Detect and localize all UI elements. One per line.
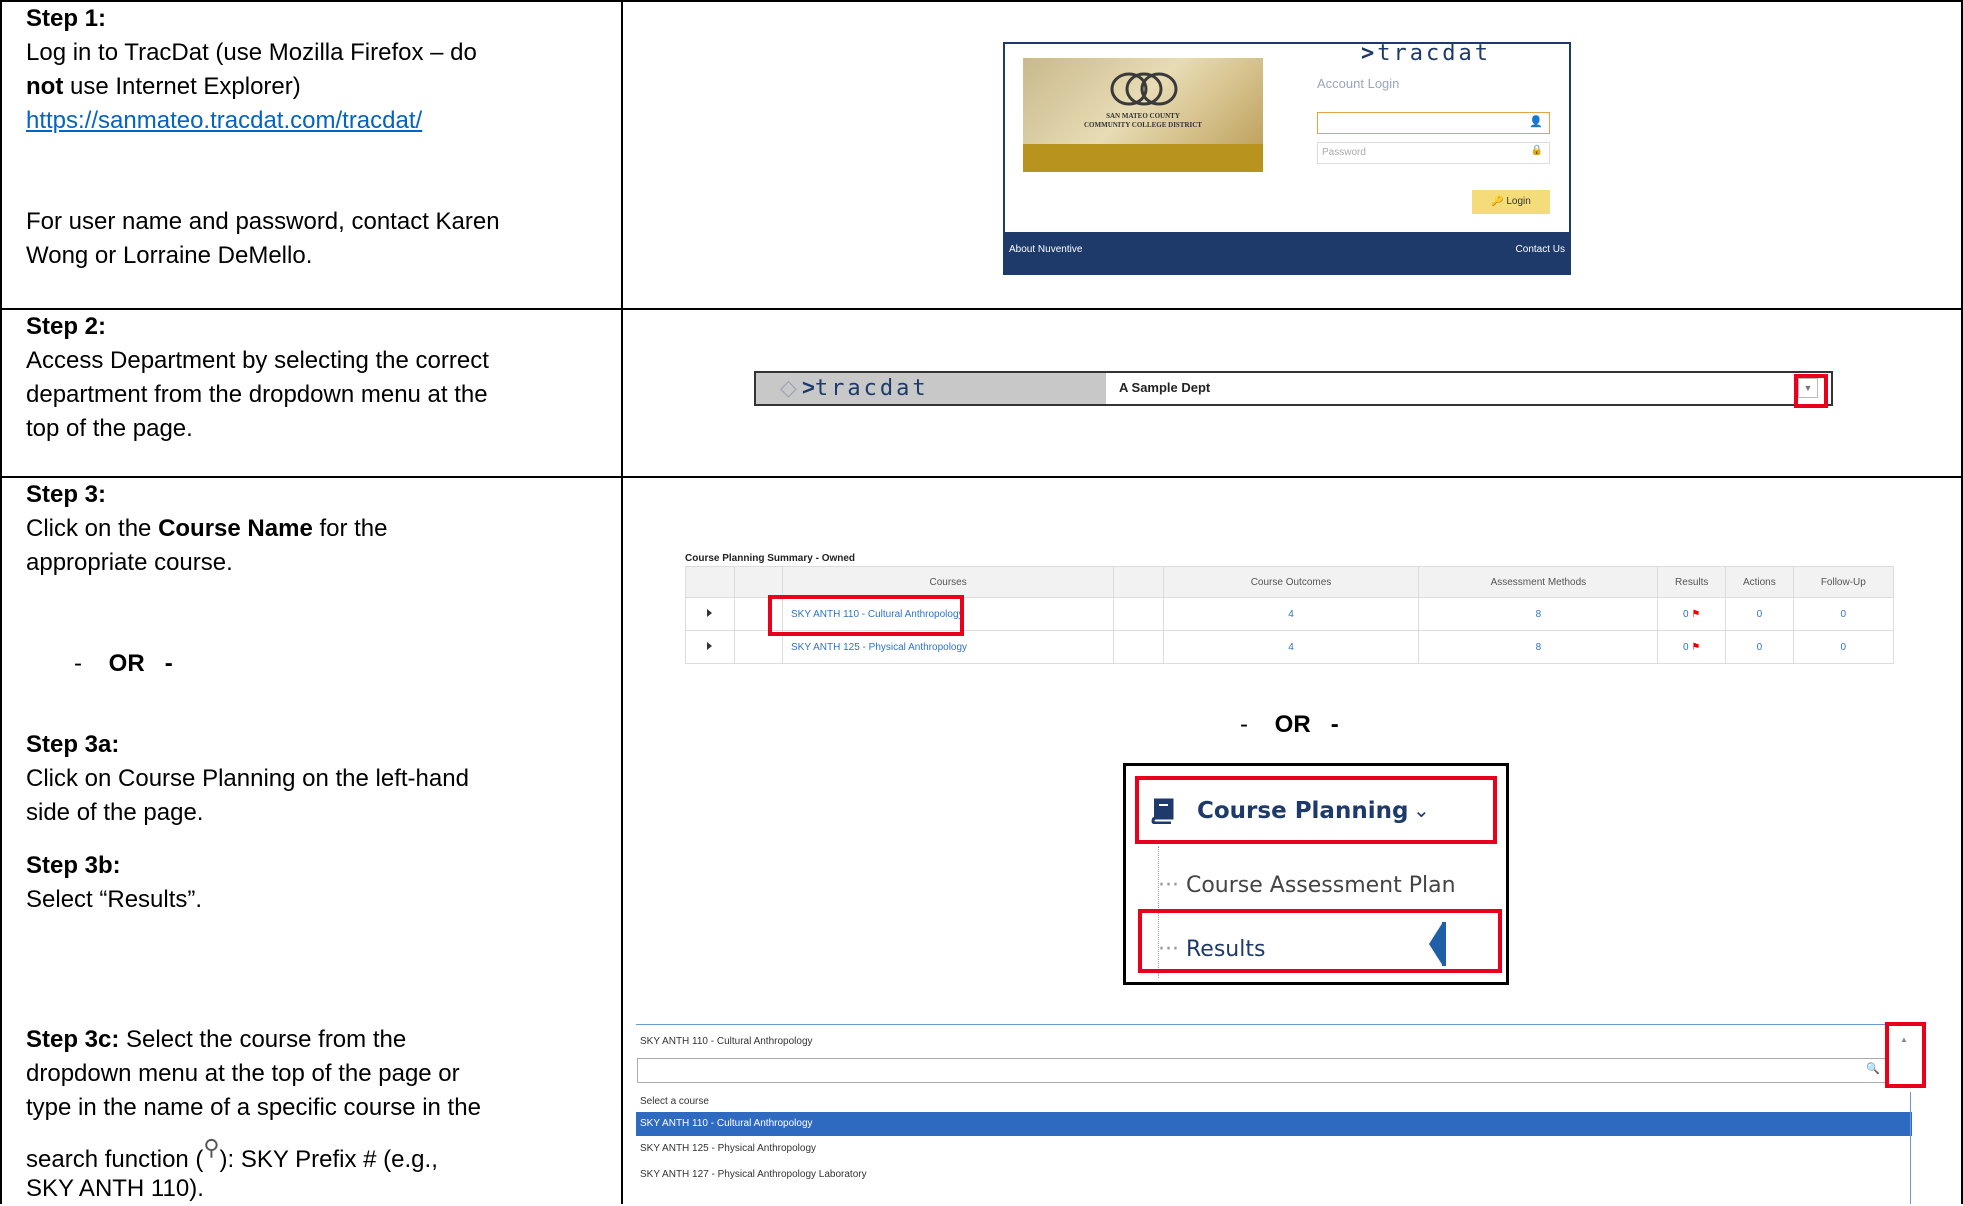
dept-dropdown-highlight — [1794, 374, 1828, 408]
username-field[interactable]: 👤 — [1317, 112, 1550, 134]
district-logo-icon — [1109, 72, 1179, 106]
list-item[interactable]: SKY ANTH 110 - Cultural Anthropology — [636, 1112, 1912, 1136]
step2-text: Step 2: Access Department by selecting t… — [26, 310, 616, 446]
step1-line2: not use Internet Explorer) — [26, 73, 301, 100]
step3a-text: Step 3a: Click on Course Planning on the… — [26, 728, 616, 830]
contact-us-link[interactable]: Contact Us — [1516, 244, 1565, 255]
list-item[interactable]: SKY ANTH 125 - Physical Anthropology — [636, 1136, 1912, 1162]
step3b-text: Step 3b: Select “Results”. — [26, 849, 616, 917]
user-icon: 👤 — [1529, 116, 1543, 128]
dept-select-value[interactable]: A Sample Dept — [1119, 380, 1210, 395]
key-icon: 🔑 — [1491, 196, 1504, 207]
dept-header-brand: ◇ >tracdat — [756, 373, 1106, 404]
methods-count[interactable]: 8 — [1418, 597, 1659, 631]
course-select[interactable]: SKY ANTH 110 - Cultural Anthropology ▲ — [636, 1024, 1908, 1059]
step3b-heading: Step 3b: — [26, 852, 121, 879]
course-planning-highlight — [1135, 776, 1497, 844]
col-methods: Assessment Methods — [1418, 566, 1659, 598]
methods-count[interactable]: 8 — [1418, 630, 1659, 664]
expand-row-button[interactable] — [685, 597, 735, 631]
step3c-text: Step 3c: Select the course from the drop… — [26, 1023, 616, 1125]
tracdat-logo-icon: ◇ — [780, 375, 797, 400]
password-placeholder: Password — [1322, 147, 1366, 158]
dropdown-controls-highlight — [1885, 1022, 1926, 1088]
step1-contact: For user name and password, contact Kare… — [26, 208, 500, 269]
step1-text: Step 1: Log in to TracDat (use Mozilla F… — [26, 2, 616, 138]
step3c-example: SKY ANTH 110). — [26, 1175, 204, 1202]
step3c-line1: Step 3c: Select the course from the — [26, 1026, 407, 1053]
login-footer: About Nuventive Contact Us — [1005, 232, 1569, 273]
col-actions: Actions — [1725, 566, 1794, 598]
results-cell[interactable]: 0 ⚑ — [1657, 597, 1727, 631]
table-column-divider — [621, 0, 623, 1204]
district-name: San Mateo County Community College Distr… — [1084, 112, 1202, 129]
login-screenshot: San Mateo County Community College Distr… — [1003, 41, 1571, 275]
col-outcomes: Course Outcomes — [1162, 566, 1420, 598]
col-courses: Courses — [782, 566, 1115, 598]
course-options-list: Select a course SKY ANTH 110 - Cultural … — [636, 1092, 1912, 1188]
login-button[interactable]: 🔑 Login — [1472, 190, 1550, 214]
about-nuventive-link[interactable]: About Nuventive — [1009, 244, 1082, 255]
lock-icon: 🔒 — [1530, 145, 1543, 156]
dropdown-scrollbar[interactable] — [1910, 1092, 1911, 1204]
step3-text: Step 3: Click on the Course Name for the… — [26, 478, 616, 580]
or-separator-right: - OR - — [1240, 711, 1339, 738]
step3-line1: Click on the Course Name for the — [26, 515, 388, 542]
course-summary-title: Course Planning Summary - Owned — [685, 553, 856, 564]
table-border-left — [0, 0, 2, 1204]
table-header-row: Courses Course Outcomes Assessment Metho… — [685, 566, 1895, 598]
followup-count[interactable]: 0 — [1792, 630, 1895, 664]
account-login-label: Account Login — [1317, 76, 1400, 91]
actions-count[interactable]: 0 — [1725, 597, 1794, 631]
list-item[interactable]: SKY ANTH 127 - Physical Anthropology Lab… — [636, 1162, 1912, 1188]
menu-item-assessment-plan[interactable]: ··· Course Assessment Plan — [1158, 873, 1456, 898]
flag-icon: ⚑ — [1691, 641, 1701, 653]
flag-icon: ⚑ — [1691, 608, 1701, 620]
results-cell[interactable]: 0 ⚑ — [1657, 630, 1727, 664]
search-icon: 🔍 — [1866, 1063, 1880, 1075]
expand-row-button[interactable] — [685, 630, 735, 664]
campus-photo: San Mateo County Community College Distr… — [1023, 58, 1263, 172]
course-select-value: SKY ANTH 110 - Cultural Anthropology — [640, 1036, 813, 1047]
step3-heading: Step 3: — [26, 481, 107, 508]
or-separator-left: - OR - — [74, 650, 173, 677]
photo-band — [1023, 144, 1263, 172]
outcomes-count[interactable]: 4 — [1162, 597, 1420, 631]
list-item[interactable]: Select a course — [636, 1092, 1912, 1112]
course-name-highlight — [768, 595, 964, 636]
step2-heading: Step 2: — [26, 313, 107, 340]
results-highlight — [1138, 909, 1502, 973]
actions-count[interactable]: 0 — [1725, 630, 1794, 664]
step3a-heading: Step 3a: — [26, 731, 120, 758]
step1-line1: Log in to TracDat (use Mozilla Firefox –… — [26, 39, 477, 66]
col-results: Results — [1657, 566, 1727, 598]
dept-header-bar: ◇ >tracdat A Sample Dept ▼ — [754, 371, 1833, 406]
login-brand: >tracdat — [1361, 41, 1491, 66]
step1-heading: Step 1: — [26, 5, 107, 32]
followup-count[interactable]: 0 — [1792, 597, 1895, 631]
col-followup: Follow-Up — [1792, 566, 1895, 598]
tracdat-url-link[interactable]: https://sanmateo.tracdat.com/tracdat/ — [26, 104, 616, 138]
outcomes-count[interactable]: 4 — [1162, 630, 1420, 664]
password-field[interactable]: Password 🔒 — [1317, 142, 1550, 164]
course-search-input[interactable]: 🔍 — [637, 1058, 1887, 1083]
search-icon: ⚲ — [203, 1135, 220, 1160]
